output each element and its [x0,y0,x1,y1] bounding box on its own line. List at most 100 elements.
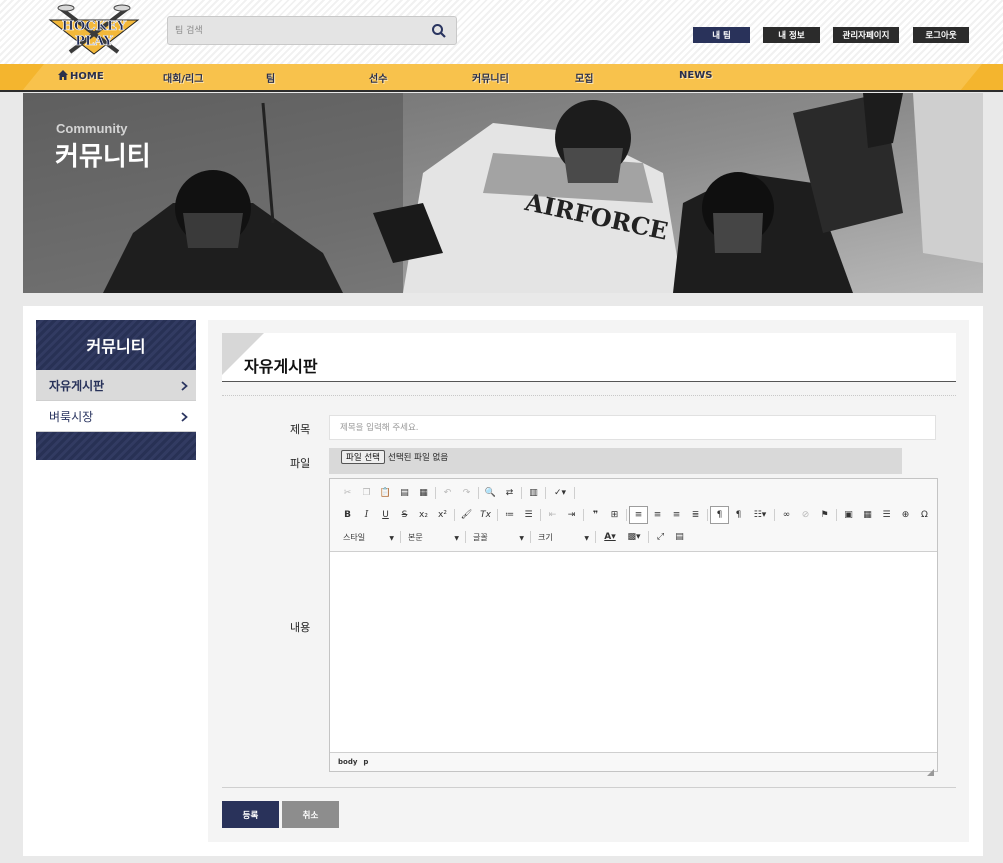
subject-label: 제목 [290,423,311,436]
blockquote-icon[interactable]: ❞ [586,506,605,524]
divider [222,395,956,396]
div-container-icon[interactable]: ⊞ [605,506,624,524]
subject-input[interactable] [329,415,936,440]
nav-news[interactable]: NEWS [679,70,712,81]
format-dropdown-label: 본문 [408,532,423,542]
font-dropdown[interactable]: 글꼴 ▼ [468,529,528,545]
underline-icon[interactable]: U [376,506,395,524]
bold-icon[interactable]: B [338,506,357,524]
indent-icon[interactable]: ⇥ [562,506,581,524]
remove-format-icon[interactable]: Tx [476,506,495,524]
background-color-icon[interactable]: ▩▾ [622,528,646,546]
top-header: HOCKEY PLAY 내 팀 내 정보 관리자페이지 로그아웃 [0,0,1003,64]
link-icon[interactable]: ∞ [777,506,796,524]
home-icon [58,70,68,83]
nav-competitions[interactable]: 대회/리그 [163,70,203,85]
content-label: 내용 [290,621,311,634]
chevron-right-icon [181,411,188,425]
format-dropdown[interactable]: 본문 ▼ [403,529,463,545]
text-direction-rtl-icon[interactable]: ¶ [729,506,748,524]
paste-icon[interactable]: 📋 [376,484,395,502]
nav-recruit[interactable]: 모집 [575,70,593,85]
cut-icon[interactable]: ✂ [338,484,357,502]
logout-button[interactable]: 로그아웃 [913,27,969,43]
sidebar: 커뮤니티 자유게시판 벼룩시장 [36,320,196,460]
team-search-box [167,16,457,45]
search-icon[interactable] [431,23,447,39]
copy-icon[interactable]: ❐ [357,484,376,502]
text-color-icon[interactable]: A▾ [598,528,622,546]
resize-grip-icon[interactable] [927,761,934,776]
strikethrough-icon[interactable]: S [395,506,414,524]
main-nav: HOME 대회/리그 팀 선수 커뮤니티 모집 NEWS [0,64,1003,92]
table-icon[interactable]: ▦ [858,506,877,524]
size-dropdown[interactable]: 크기 ▼ [533,529,593,545]
board-title: 자유게시판 [244,357,318,376]
admin-page-button[interactable]: 관리자페이지 [833,27,899,43]
file-upload-field: 파일 선택 선택된 파일 없음 [329,448,902,474]
bulleted-list-icon[interactable]: ☰ [519,506,538,524]
submit-button[interactable]: 등록 [222,801,279,828]
file-select-button[interactable]: 파일 선택 [341,450,385,464]
team-search-input[interactable] [175,23,415,39]
hero-subtitle: Community [56,121,128,136]
chevron-right-icon [181,380,188,394]
nav-team[interactable]: 팀 [266,70,275,85]
italic-icon[interactable]: I [357,506,376,524]
community-hero-banner: AIRFORCE Community 커뮤니티 [23,93,983,293]
show-blocks-icon[interactable]: ▤ [670,528,689,546]
find-icon[interactable]: 🔍 [481,484,500,502]
style-dropdown[interactable]: 스타일 ▼ [338,529,398,545]
my-info-button[interactable]: 내 정보 [763,27,820,43]
file-status-text: 선택된 파일 없음 [388,453,449,463]
horizontal-line-icon[interactable]: ☰ [877,506,896,524]
style-dropdown-label: 스타일 [343,532,366,542]
paste-text-icon[interactable]: ▤ [395,484,414,502]
path-body[interactable]: body [338,758,357,766]
subscript-icon[interactable]: x₂ [414,506,433,524]
copy-format-icon[interactable]: 🖌 [457,506,476,524]
editor-toolbar-row-3: 스타일 ▼ 본문 ▼ 글꼴 ▼ 크기 ▼ A▾ ▩▾ ⤢ ▤ [338,528,689,546]
sidebar-item-free-board[interactable]: 자유게시판 [36,370,196,401]
logo-text-top: HOCKEY [62,19,127,34]
nav-home[interactable]: HOME [58,70,104,83]
editor-toolbar-row-2: B I U S x₂ x² 🖌 Tx ≔ ☰ ⇤ ⇥ ❞ ⊞ ≡ ≡ ≡ ≣ ¶… [338,506,934,524]
text-direction-ltr-icon[interactable]: ¶ [710,506,729,524]
editor-content-area[interactable] [330,551,937,753]
cancel-button[interactable]: 취소 [282,801,339,828]
dropdown-arrow-icon: ▼ [584,535,589,542]
special-char-icon[interactable]: Ω [915,506,934,524]
sidebar-title: 커뮤니티 [36,320,196,370]
language-icon[interactable]: ☷▾ [748,506,772,524]
unlink-icon[interactable]: ⊘ [796,506,815,524]
replace-icon[interactable]: ⇄ [500,484,519,502]
logo-text-bottom: PLAY [75,34,113,49]
sidebar-item-label: 자유게시판 [49,378,105,393]
image-icon[interactable]: ▣ [839,506,858,524]
align-right-icon[interactable]: ≡ [667,506,686,524]
numbered-list-icon[interactable]: ≔ [500,506,519,524]
iframe-globe-icon[interactable]: ⊕ [896,506,915,524]
hockey-play-logo[interactable]: HOCKEY PLAY [46,2,142,58]
outdent-icon[interactable]: ⇤ [543,506,562,524]
undo-icon[interactable]: ↶ [438,484,457,502]
nav-community[interactable]: 커뮤니티 [472,70,509,85]
paste-word-icon[interactable]: ▦ [414,484,433,502]
maximize-icon[interactable]: ⤢ [651,528,670,546]
superscript-icon[interactable]: x² [433,506,452,524]
align-center-icon[interactable]: ≡ [648,506,667,524]
dropdown-arrow-icon: ▼ [519,535,524,542]
align-justify-icon[interactable]: ≣ [686,506,705,524]
spellcheck-icon[interactable]: ✓▾ [548,484,572,502]
sidebar-item-label: 벼룩시장 [49,409,94,424]
align-left-icon[interactable]: ≡ [629,506,648,524]
board-title-box: 자유게시판 [222,333,956,382]
path-p[interactable]: p [363,758,368,766]
anchor-flag-icon[interactable]: ⚑ [815,506,834,524]
my-team-button[interactable]: 내 팀 [693,27,750,43]
hockey-players-photo: AIRFORCE [23,93,983,293]
sidebar-item-flea-market[interactable]: 벼룩시장 [36,401,196,432]
nav-players[interactable]: 선수 [369,70,387,85]
select-all-icon[interactable]: ▥ [524,484,543,502]
redo-icon[interactable]: ↷ [457,484,476,502]
